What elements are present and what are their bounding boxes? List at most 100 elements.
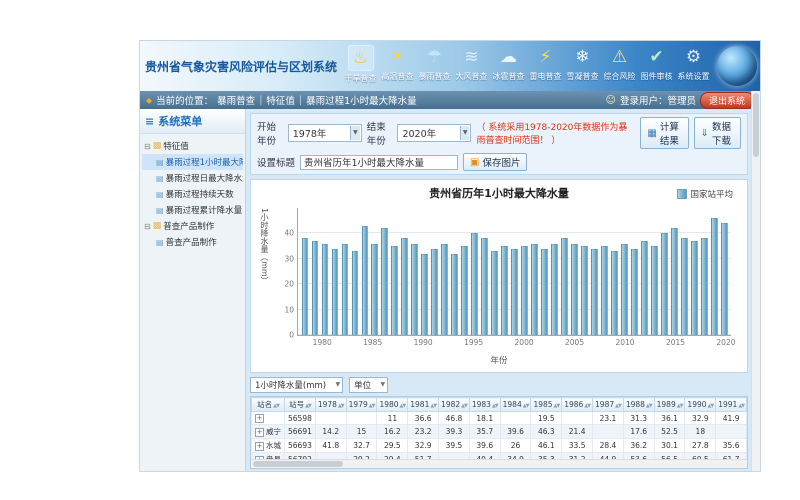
tree-node[interactable]: ⊟▩特征值 (142, 138, 243, 154)
sort-icons[interactable]: ▲▼ (430, 403, 436, 409)
bar-2019[interactable] (711, 218, 718, 335)
bar-1989[interactable] (411, 244, 418, 335)
bar-2014[interactable] (661, 233, 668, 335)
column-header[interactable]: 1991▲▼ (716, 398, 747, 412)
column-header[interactable]: 1981▲▼ (408, 398, 439, 412)
horizontal-scrollbar[interactable] (251, 459, 747, 468)
table-row[interactable]: +威宁5669114.21516.223.239.335.739.646.321… (252, 425, 749, 439)
horizontal-scrollbar-thumb[interactable] (253, 461, 343, 467)
bar-1991[interactable] (431, 249, 438, 335)
sort-icons[interactable]: ▲▼ (461, 403, 467, 409)
column-header[interactable]: 1983▲▼ (469, 398, 500, 412)
bar-1986[interactable] (381, 228, 388, 335)
sort-icons[interactable]: ▲▼ (554, 403, 560, 409)
sort-icons[interactable]: ▲▼ (677, 403, 683, 409)
bar-2006[interactable] (581, 246, 588, 335)
sort-icons[interactable]: ▲▼ (369, 403, 375, 409)
sort-icons[interactable]: ▲▼ (738, 403, 744, 409)
bar-2002[interactable] (541, 249, 548, 335)
tree-leaf[interactable]: ▤暴雨过程持续天数 (142, 186, 243, 202)
bar-1998[interactable] (501, 246, 508, 335)
column-header[interactable]: 1985▲▼ (531, 398, 562, 412)
bar-2008[interactable] (601, 246, 608, 335)
breadcrumb-item[interactable]: 暴雨普查 (217, 93, 255, 107)
bar-2009[interactable] (611, 251, 618, 335)
bar-2004[interactable] (561, 238, 568, 335)
column-header[interactable]: 1992▲▼ (747, 398, 748, 412)
tree-leaf[interactable]: ▤暴雨过程1小时最大降水量 (142, 154, 243, 170)
chart-title-input[interactable] (300, 155, 458, 170)
collapse-icon[interactable]: ⊟ (144, 142, 151, 151)
sort-icons[interactable]: ▲▼ (338, 403, 344, 409)
bar-1981[interactable] (332, 249, 339, 335)
nav-item-risk[interactable]: ⚠综合风险 (603, 45, 636, 84)
metric-select[interactable]: 1小时降水量(mm) (250, 377, 343, 393)
nav-item-snow[interactable]: ❄雪凝普查 (566, 45, 599, 84)
download-button[interactable]: ⇓ 数据下载 (694, 117, 741, 149)
bar-2010[interactable] (621, 244, 628, 335)
sort-icons[interactable]: ▲▼ (523, 403, 529, 409)
nav-item-lightning[interactable]: ⚡雷电普查 (529, 45, 562, 84)
expand-icon[interactable]: + (255, 442, 264, 451)
bar-1985[interactable] (371, 244, 378, 335)
column-header[interactable]: 1990▲▼ (685, 398, 716, 412)
calculate-button[interactable]: ▦ 计算结果 (640, 117, 688, 149)
sort-icons[interactable]: ▲▼ (708, 403, 714, 409)
bar-1979[interactable] (312, 241, 319, 335)
bar-1999[interactable] (511, 249, 518, 335)
column-header[interactable]: 1979▲▼ (346, 398, 377, 412)
save-image-button[interactable]: ▣ 保存图片 (463, 153, 527, 171)
sort-icons[interactable]: ▲▼ (305, 403, 311, 409)
bar-1992[interactable] (441, 244, 448, 335)
unit-select[interactable]: 单位 (349, 377, 388, 393)
bar-1980[interactable] (322, 244, 329, 335)
nav-item-settings[interactable]: ⚙系统设置 (677, 45, 710, 84)
nav-item-drought[interactable]: ♨干旱普查 (344, 45, 377, 84)
tree-leaf[interactable]: ▤普查产品制作 (142, 234, 243, 250)
bar-1987[interactable] (391, 246, 398, 335)
bar-1984[interactable] (362, 226, 369, 335)
bar-2007[interactable] (591, 249, 598, 335)
bar-2015[interactable] (671, 228, 678, 335)
collapse-icon[interactable]: ⊟ (144, 222, 151, 231)
sort-icons[interactable]: ▲▼ (584, 403, 590, 409)
bar-2013[interactable] (651, 246, 658, 335)
vertical-scrollbar-thumb[interactable] (753, 93, 759, 157)
bar-1996[interactable] (481, 238, 488, 335)
column-header[interactable]: 1986▲▼ (562, 398, 593, 412)
logout-button[interactable]: 退出系统 (700, 92, 754, 109)
bar-2012[interactable] (641, 241, 648, 335)
expand-icon[interactable]: + (255, 428, 264, 437)
tree-leaf[interactable]: ▤暴雨过程累计降水量 (142, 202, 243, 218)
nav-item-review[interactable]: ✔图件审核 (640, 45, 673, 84)
start-year-select[interactable]: 1978年 (288, 124, 362, 142)
tree-node[interactable]: ⊟▩普查产品制作 (142, 218, 243, 234)
bar-1982[interactable] (342, 244, 349, 335)
bar-1994[interactable] (461, 246, 468, 335)
table-row[interactable]: +水城5669341.832.729.532.939.539.62646.133… (252, 439, 749, 453)
sort-icons[interactable]: ▲▼ (400, 403, 406, 409)
column-header[interactable]: 1989▲▼ (654, 398, 685, 412)
bar-1978[interactable] (302, 238, 309, 335)
column-header[interactable]: 1988▲▼ (623, 398, 654, 412)
column-header[interactable]: 1984▲▼ (500, 398, 531, 412)
bar-2018[interactable] (701, 238, 708, 335)
bar-2000[interactable] (521, 246, 528, 335)
bar-1990[interactable] (421, 254, 428, 335)
sort-icons[interactable]: ▲▼ (646, 403, 652, 409)
expand-icon[interactable]: + (255, 414, 264, 423)
sort-icons[interactable]: ▲▼ (273, 403, 279, 409)
bar-2011[interactable] (631, 249, 638, 335)
bar-1997[interactable] (491, 251, 498, 335)
bar-2017[interactable] (691, 241, 698, 335)
breadcrumb-item[interactable]: 特征值 (266, 93, 295, 107)
bar-2003[interactable] (551, 244, 558, 335)
column-header[interactable]: 1980▲▼ (377, 398, 408, 412)
column-header[interactable]: 1987▲▼ (593, 398, 624, 412)
bar-1995[interactable] (471, 233, 478, 335)
column-header[interactable]: 1982▲▼ (439, 398, 470, 412)
breadcrumb-item[interactable]: 暴雨过程1小时最大降水量 (306, 93, 417, 107)
bar-1983[interactable] (352, 251, 359, 335)
bar-1993[interactable] (451, 254, 458, 335)
bar-2001[interactable] (531, 244, 538, 335)
